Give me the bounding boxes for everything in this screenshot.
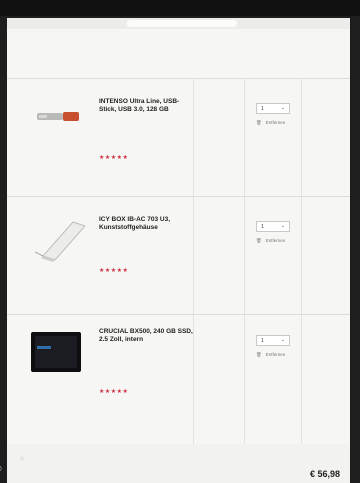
browser-toolbar bbox=[7, 18, 350, 29]
remove-label: Entfernen bbox=[265, 352, 286, 357]
chevron-down-icon: ⌄ bbox=[280, 105, 285, 111]
cart-item: INTENSO Ultra Line, USB-Stick, USB 3.0, … bbox=[7, 78, 350, 196]
remove-button[interactable]: 🗑 Entfernen bbox=[256, 352, 285, 358]
cart-item: ICY BOX IB-AC 703 U3, Kunststoffgehäuse … bbox=[7, 196, 350, 314]
edge-mark: ) bbox=[0, 466, 2, 472]
rating-stars: ★★★★★ bbox=[99, 268, 129, 274]
product-image[interactable] bbox=[31, 332, 81, 372]
product-name[interactable]: INTENSO Ultra Line, USB-Stick, USB 3.0, … bbox=[99, 98, 194, 114]
quantity-select[interactable]: 1 ⌄ bbox=[256, 335, 290, 346]
rating-stars: ★★★★★ bbox=[99, 155, 129, 161]
tablet-screen: INTENSO Ultra Line, USB-Stick, USB 3.0, … bbox=[7, 18, 350, 483]
trash-icon: 🗑 bbox=[256, 120, 262, 125]
address-bar[interactable] bbox=[127, 20, 237, 27]
remove-button[interactable]: 🗑 Entfernen bbox=[256, 238, 285, 244]
enclosure-image bbox=[34, 221, 86, 262]
remove-button[interactable]: 🗑 Entfernen bbox=[256, 120, 285, 126]
usb-stick-image bbox=[37, 112, 79, 121]
quantity-value: 1 bbox=[261, 224, 264, 230]
cart-item: CRUCIAL BX500, 240 GB SSD, 2.5 Zoll, int… bbox=[7, 314, 350, 444]
product-image[interactable] bbox=[29, 212, 89, 262]
info-icon[interactable]: ⓘ bbox=[20, 456, 24, 461]
chevron-down-icon: ⌄ bbox=[280, 337, 285, 343]
quantity-value: 1 bbox=[261, 338, 264, 344]
product-name[interactable]: ICY BOX IB-AC 703 U3, Kunststoffgehäuse bbox=[99, 216, 194, 232]
quantity-value: 1 bbox=[261, 106, 264, 112]
grand-total-value: € 56,98 bbox=[309, 469, 340, 479]
order-summary: ⓘ € 56,98 bbox=[7, 444, 350, 483]
remove-label: Entfernen bbox=[265, 120, 286, 125]
product-image[interactable] bbox=[37, 108, 81, 124]
chevron-down-icon: ⌄ bbox=[280, 223, 285, 229]
ssd-image bbox=[31, 332, 81, 372]
trash-icon: 🗑 bbox=[256, 238, 262, 243]
quantity-select[interactable]: 1 ⌄ bbox=[256, 103, 290, 114]
quantity-select[interactable]: 1 ⌄ bbox=[256, 221, 290, 232]
product-name[interactable]: CRUCIAL BX500, 240 GB SSD, 2.5 Zoll, int… bbox=[99, 328, 194, 344]
device-status-bar bbox=[0, 0, 360, 16]
trash-icon: 🗑 bbox=[256, 352, 262, 357]
rating-stars: ★★★★★ bbox=[99, 389, 129, 395]
summary-label: ⓘ bbox=[20, 456, 24, 462]
remove-label: Entfernen bbox=[265, 238, 286, 243]
